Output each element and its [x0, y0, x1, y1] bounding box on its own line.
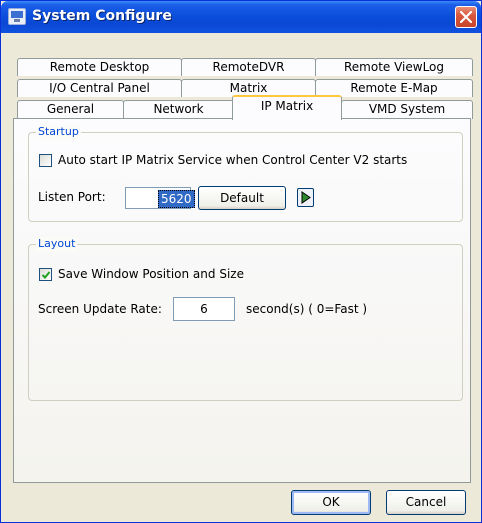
- tab-remotedvr[interactable]: RemoteDVR: [181, 58, 316, 76]
- tab-label: RemoteDVR: [212, 60, 285, 74]
- save-window-checkbox[interactable]: [39, 268, 52, 281]
- tab-label: VMD System: [368, 102, 446, 116]
- tab-label: I/O Central Panel: [49, 81, 150, 95]
- tab-label: Remote ViewLog: [343, 60, 445, 74]
- close-icon: [460, 11, 472, 23]
- tab-label: Remote E-Map: [350, 81, 438, 95]
- update-rate-label: Screen Update Rate:: [38, 302, 162, 316]
- startup-group: Startup Auto start IP Matrix Service whe…: [28, 125, 463, 222]
- tab-label: Matrix: [229, 81, 268, 95]
- update-rate-unit: second(s) ( 0=Fast ): [246, 302, 368, 316]
- update-rate-value: 6: [200, 302, 208, 316]
- tab-label: General: [46, 102, 95, 116]
- cancel-button[interactable]: Cancel: [386, 490, 466, 515]
- tab-remote-desktop[interactable]: Remote Desktop: [17, 58, 182, 76]
- system-configure-window: System Configure Remote Desktop RemoteDV…: [0, 0, 482, 523]
- monitor-icon: [8, 8, 26, 25]
- tab-network[interactable]: Network: [123, 100, 234, 119]
- play-arrow-icon: [301, 191, 311, 204]
- cancel-button-label: Cancel: [405, 495, 447, 509]
- tab-label: Remote Desktop: [49, 60, 150, 74]
- autostart-checkbox[interactable]: [39, 154, 52, 167]
- ok-button[interactable]: OK: [291, 490, 371, 515]
- tab-io-central-panel[interactable]: I/O Central Panel: [17, 79, 182, 97]
- checkmark-icon: [41, 271, 51, 279]
- tab-vmd-system[interactable]: VMD System: [341, 100, 473, 119]
- tab-label: IP Matrix: [260, 99, 314, 113]
- tab-remote-viewlog[interactable]: Remote ViewLog: [315, 58, 473, 76]
- startup-group-label: Startup: [36, 125, 81, 139]
- layout-group: Layout Save Window Position and Size Scr…: [28, 237, 463, 401]
- listen-port-label: Listen Port:: [38, 190, 106, 204]
- ip-matrix-panel: Startup Auto start IP Matrix Service whe…: [13, 118, 471, 483]
- tab-ip-matrix[interactable]: IP Matrix: [232, 95, 342, 120]
- next-button[interactable]: [297, 188, 314, 207]
- default-button-label: Default: [220, 191, 264, 205]
- listen-port-value: 5620: [158, 190, 195, 208]
- save-window-label: Save Window Position and Size: [58, 267, 244, 281]
- layout-group-label: Layout: [36, 237, 78, 251]
- autostart-label: Auto start IP Matrix Service when Contro…: [58, 153, 408, 167]
- close-button[interactable]: [455, 6, 477, 28]
- ok-button-label: OK: [322, 495, 340, 509]
- tab-general[interactable]: General: [17, 100, 124, 119]
- tab-label: Network: [153, 102, 204, 116]
- update-rate-input[interactable]: 6: [173, 297, 235, 321]
- default-button[interactable]: Default: [198, 186, 286, 210]
- title-bar[interactable]: System Configure: [1, 1, 481, 33]
- window-title: System Configure: [32, 8, 172, 24]
- listen-port-input[interactable]: 5620: [125, 187, 195, 209]
